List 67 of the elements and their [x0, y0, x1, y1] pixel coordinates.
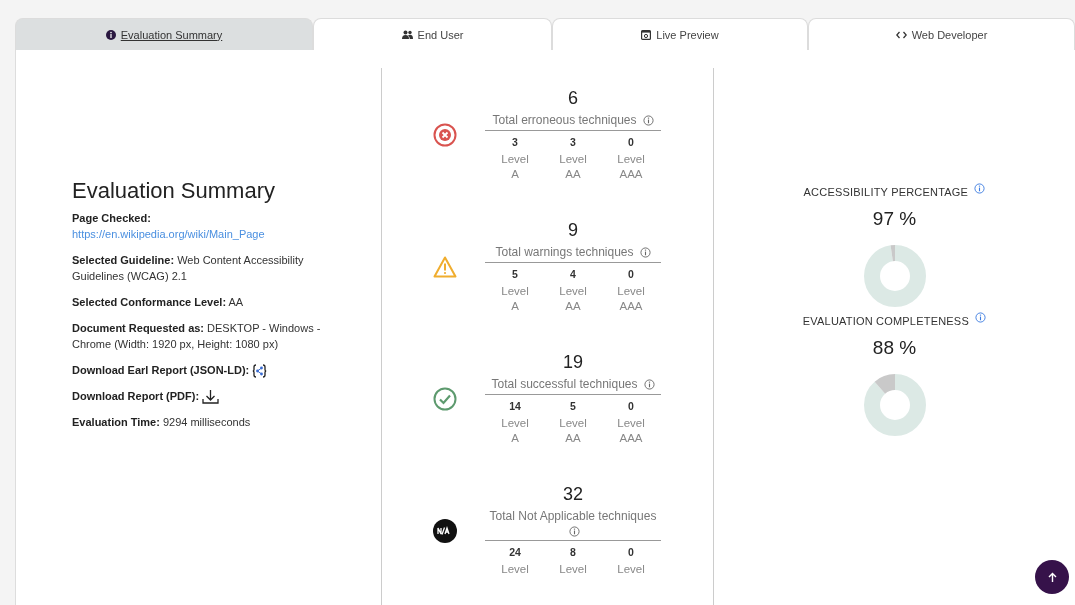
level-count: 0 [628, 546, 634, 558]
total-count: 32 [563, 484, 583, 505]
preview-icon [641, 29, 652, 40]
level-label: Level AA [558, 152, 588, 182]
level-count: 4 [570, 268, 576, 280]
donut-chart [862, 373, 927, 437]
level-label: Level [558, 562, 588, 577]
level-count: 14 [509, 400, 521, 412]
info-icon[interactable] [974, 183, 986, 194]
field-label: Download Report (PDF): [72, 389, 200, 402]
info-icon[interactable] [642, 114, 654, 126]
level-count: 3 [570, 136, 576, 148]
tab[interactable]: Live Preview [552, 18, 808, 50]
info-icon[interactable] [639, 246, 651, 258]
level-label: Level AAA [616, 152, 646, 182]
info-icon[interactable] [569, 526, 580, 537]
level-count: 5 [512, 268, 518, 280]
warning-icon [433, 256, 457, 278]
page-checked: Page Checked: https://en.wikipedia.org/wiki/Main_Page [72, 209, 352, 242]
level-label: Level AA [558, 284, 588, 314]
metric-label: ACCESSIBILITY PERCENTAGE [803, 186, 969, 198]
total-count: 9 [568, 220, 578, 241]
level-label: Level A [500, 416, 530, 446]
arrow-up-icon [1047, 572, 1057, 582]
summary-field: Selected Guideline: Web Content Accessibility Guidelines (WCAG) 2.1 [72, 251, 352, 284]
info-icon [105, 29, 116, 40]
tab[interactable]: Evaluation Summary [15, 18, 313, 50]
metric-value: 97 % [872, 208, 917, 230]
metric-value: 88 % [872, 337, 917, 359]
level-label: Level AAA [616, 284, 646, 314]
level-label: Level AA [558, 416, 588, 446]
not-applicable-icon [433, 518, 457, 543]
level-count: 5 [570, 400, 576, 412]
summary-field: Document Requested as: DESKTOP - Windows - Chrome (Width: 1920 px, Height: 1080 px) [72, 319, 352, 352]
info-icon[interactable] [643, 378, 655, 390]
level-count: 8 [570, 546, 576, 558]
level-label: Level [500, 562, 530, 577]
level-label: Level A [500, 152, 530, 182]
info-icon[interactable] [975, 312, 987, 323]
code-icon [895, 30, 907, 39]
level-count: 0 [628, 268, 634, 280]
level-count: 0 [628, 136, 634, 148]
summary-field: Selected Conformance Level: AA [72, 293, 352, 310]
total-count: 19 [563, 352, 583, 373]
section-title: Evaluation Summary [72, 177, 276, 204]
users-icon [401, 30, 413, 39]
error-icon [433, 123, 457, 147]
tab[interactable]: Web Developer [808, 18, 1075, 50]
total-label: Total warnings techniques [495, 245, 634, 259]
check-icon [433, 387, 457, 411]
total-count: 6 [568, 88, 578, 109]
donut-chart [862, 244, 927, 308]
total-label: Total Not Applicable techniques [489, 509, 657, 523]
metric-label: EVALUATION COMPLETENESS [802, 315, 969, 327]
level-count: 0 [628, 400, 634, 412]
level-count: 24 [509, 546, 521, 558]
total-label: Total successful techniques [491, 377, 638, 391]
share-icon[interactable] [252, 363, 268, 378]
level-label: Level [616, 562, 646, 577]
tab[interactable]: End User [313, 18, 552, 50]
field-label: Download Earl Report (JSON-LD): [72, 363, 250, 376]
level-label: Level AAA [616, 416, 646, 446]
download-icon[interactable] [202, 389, 220, 405]
level-label: Level A [500, 284, 530, 314]
total-label: Total erroneous techniques [492, 113, 637, 127]
summary-field: Evaluation Time: 9294 milliseconds [72, 414, 352, 431]
level-count: 3 [512, 136, 518, 148]
